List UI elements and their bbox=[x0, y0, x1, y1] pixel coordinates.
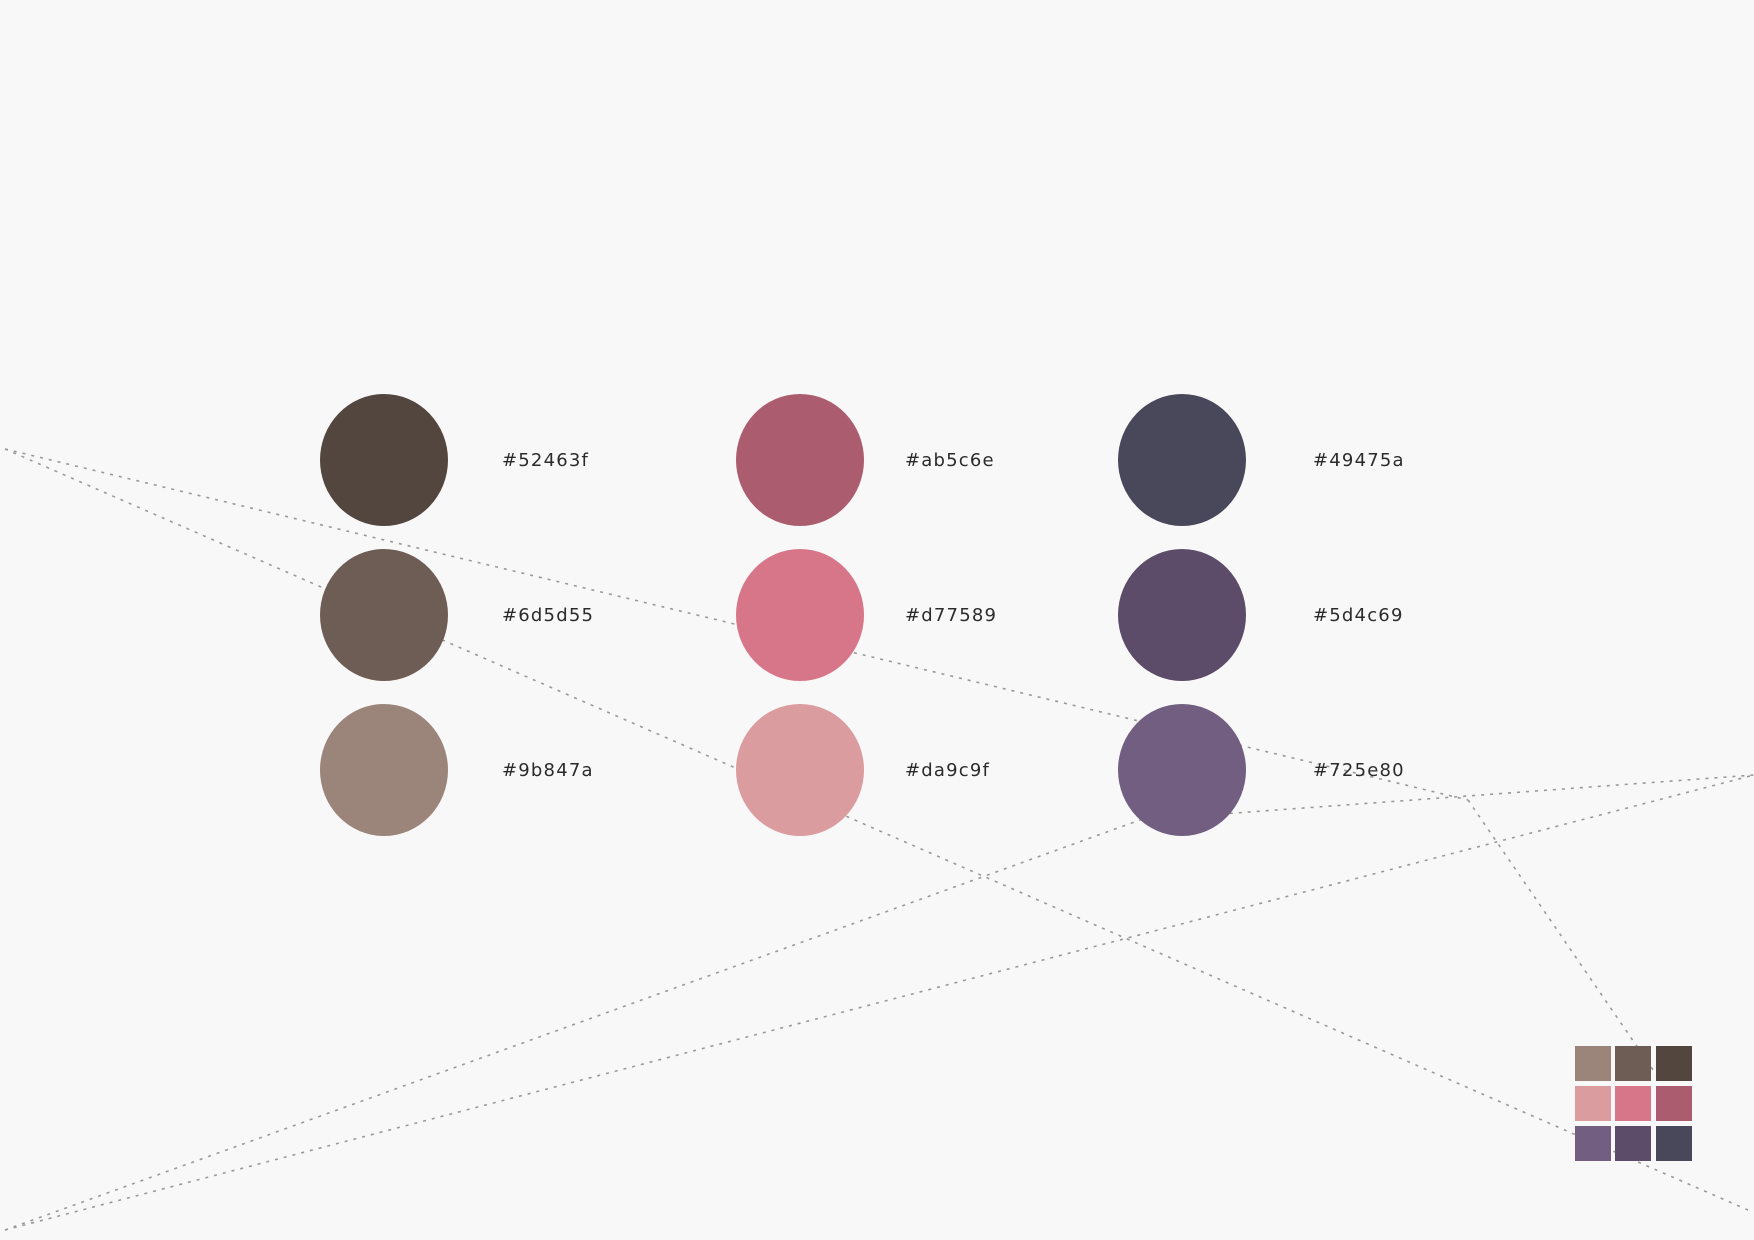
thumbnail-cell bbox=[1615, 1126, 1651, 1161]
guide-line bbox=[4, 448, 1749, 1211]
swatch-circle-da9c9f bbox=[736, 704, 864, 836]
swatch-circle-49475a bbox=[1118, 394, 1246, 526]
swatch-label: #9b847a bbox=[502, 760, 594, 781]
thumbnail-cell bbox=[1656, 1046, 1692, 1081]
palette-canvas: #52463f #6d5d55 #9b847a #ab5c6e #d77589 … bbox=[0, 0, 1754, 1240]
guide-line bbox=[4, 774, 1754, 1231]
swatch-circle-52463f bbox=[320, 394, 448, 526]
swatch-label: #5d4c69 bbox=[1313, 605, 1404, 626]
thumbnail-cell bbox=[1575, 1046, 1611, 1081]
swatch-circle-725e80 bbox=[1118, 704, 1246, 836]
thumbnail-cell bbox=[1656, 1126, 1692, 1161]
swatch-label: #49475a bbox=[1313, 450, 1405, 471]
swatch-circle-9b847a bbox=[320, 704, 448, 836]
thumbnail-cell bbox=[1615, 1086, 1651, 1121]
swatch-circle-5d4c69 bbox=[1118, 549, 1246, 681]
guide-lines bbox=[4, 448, 1754, 1231]
swatch-label: #ab5c6e bbox=[905, 450, 995, 471]
swatch-circle-d77589 bbox=[736, 549, 864, 681]
swatch-circle-ab5c6e bbox=[736, 394, 864, 526]
swatch-label: #6d5d55 bbox=[502, 605, 595, 626]
swatch-label: #d77589 bbox=[905, 605, 998, 626]
swatch-label: #da9c9f bbox=[905, 760, 991, 781]
thumbnail-cell bbox=[1575, 1126, 1611, 1161]
swatch-label: #725e80 bbox=[1313, 760, 1405, 781]
swatch-label: #52463f bbox=[502, 450, 590, 471]
swatch-circle-6d5d55 bbox=[320, 549, 448, 681]
thumbnail-cell bbox=[1656, 1086, 1692, 1121]
palette-thumbnail-grid bbox=[1575, 1046, 1693, 1162]
guide-line bbox=[4, 819, 1141, 1231]
thumbnail-cell bbox=[1615, 1046, 1651, 1081]
thumbnail-cell bbox=[1575, 1086, 1611, 1121]
